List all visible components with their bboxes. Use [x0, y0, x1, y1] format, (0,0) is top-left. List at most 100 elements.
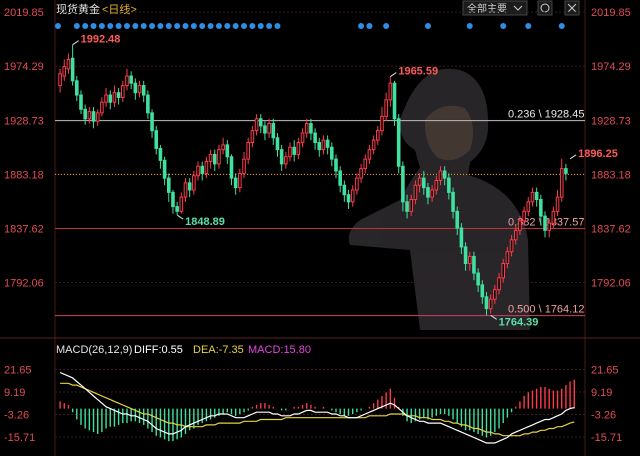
candle	[288, 142, 292, 162]
signal-dot	[90, 23, 97, 29]
candle-body	[551, 210, 556, 224]
candle-body	[254, 118, 259, 132]
candle	[284, 152, 288, 169]
candle-body	[108, 94, 113, 103]
indicator-dropdown[interactable]: 全部主要	[462, 0, 528, 16]
candle-body	[200, 165, 205, 174]
candle-body	[313, 132, 317, 144]
candle-body	[321, 139, 326, 151]
candle-body	[275, 137, 280, 151]
candle-body	[564, 168, 568, 174]
signal-dot	[199, 23, 206, 29]
candle-body	[233, 177, 238, 189]
candle-body	[133, 82, 138, 94]
candle	[183, 178, 188, 202]
candle	[116, 87, 121, 105]
signal-dot	[249, 23, 256, 29]
signal-dot	[358, 23, 365, 29]
candle	[233, 173, 238, 195]
period-label[interactable]: <日线>	[102, 2, 137, 16]
candle-body	[263, 125, 267, 134]
candle-body	[238, 172, 242, 189]
candle-body	[150, 112, 154, 132]
candle-body	[83, 108, 87, 120]
candle	[62, 59, 67, 81]
candle-body	[330, 146, 334, 160]
candle-body	[547, 222, 551, 231]
signal-dot	[241, 23, 248, 29]
candle-body	[363, 158, 368, 170]
settings-button[interactable]	[537, 0, 553, 16]
candle-body	[417, 177, 422, 186]
candle-body	[183, 182, 188, 198]
fib-level-label: 0.236 \ 1928.45	[508, 109, 584, 121]
candle-body	[505, 251, 510, 265]
candle-body	[175, 206, 179, 212]
chart-canvas: 现货黄金 <日线> 全部主要 2019.85 2019.85 1974.29 1974…	[0, 0, 640, 456]
candle	[141, 80, 146, 103]
candle-body	[204, 161, 209, 174]
macd-value: MACD:15.80	[248, 344, 311, 356]
candle	[158, 144, 163, 169]
candle-body	[125, 75, 129, 87]
candle	[104, 87, 108, 107]
candle-body	[350, 189, 355, 203]
candle	[363, 154, 368, 174]
annotation-pointer	[176, 214, 184, 220]
candle-body	[91, 111, 96, 122]
signal-dot	[157, 23, 164, 29]
candle	[175, 201, 179, 216]
fib-level-label: 0.500 \ 1764.12	[508, 304, 584, 316]
macd-tick-left: -3.26	[4, 410, 29, 422]
candle-body	[367, 149, 372, 160]
candle-body	[401, 165, 405, 203]
diff-line	[59, 371, 575, 444]
y-tick-left: 1837.62	[4, 223, 44, 235]
y-tick-left: 1928.73	[4, 115, 44, 127]
signal-dot	[207, 23, 214, 29]
candle	[250, 125, 255, 148]
candle	[75, 76, 79, 101]
signal-dot	[274, 23, 281, 29]
candle-body	[284, 156, 288, 165]
candle	[371, 135, 376, 155]
candle	[238, 168, 242, 193]
signal-dots	[55, 23, 565, 29]
candle-body	[430, 189, 434, 198]
candle-body	[438, 170, 443, 181]
macd-tick-right: -15.71	[591, 432, 622, 444]
candle	[146, 90, 150, 119]
candle-body	[467, 255, 472, 265]
candle-body	[501, 263, 506, 279]
candle	[225, 140, 230, 164]
candle-body	[325, 139, 330, 148]
candle	[221, 137, 225, 155]
candle-body	[426, 187, 430, 198]
y-tick-right: 1837.62	[591, 223, 631, 235]
signal-dot	[500, 23, 507, 29]
candle	[246, 137, 251, 164]
signal-dot	[174, 23, 181, 29]
candle-body	[405, 201, 409, 212]
candle	[70, 44, 75, 86]
candle-body	[179, 196, 184, 212]
signal-dot	[149, 23, 156, 29]
candle	[388, 76, 393, 107]
candle-body	[154, 130, 159, 149]
close-button[interactable]	[564, 0, 580, 16]
candle-body	[355, 177, 359, 191]
candle	[559, 158, 564, 202]
candle	[380, 106, 384, 136]
macd-tick-right: 9.19	[591, 387, 612, 399]
candle-body	[530, 191, 535, 203]
signal-dot	[266, 23, 273, 29]
candle-body	[375, 130, 380, 141]
candle-body	[62, 66, 67, 77]
candle	[300, 128, 305, 148]
candle-body	[413, 184, 418, 200]
candle-body	[396, 118, 401, 167]
candle-body	[447, 177, 451, 193]
macd-lines	[59, 371, 575, 444]
candle-body	[317, 142, 322, 151]
candle-body	[250, 130, 255, 144]
